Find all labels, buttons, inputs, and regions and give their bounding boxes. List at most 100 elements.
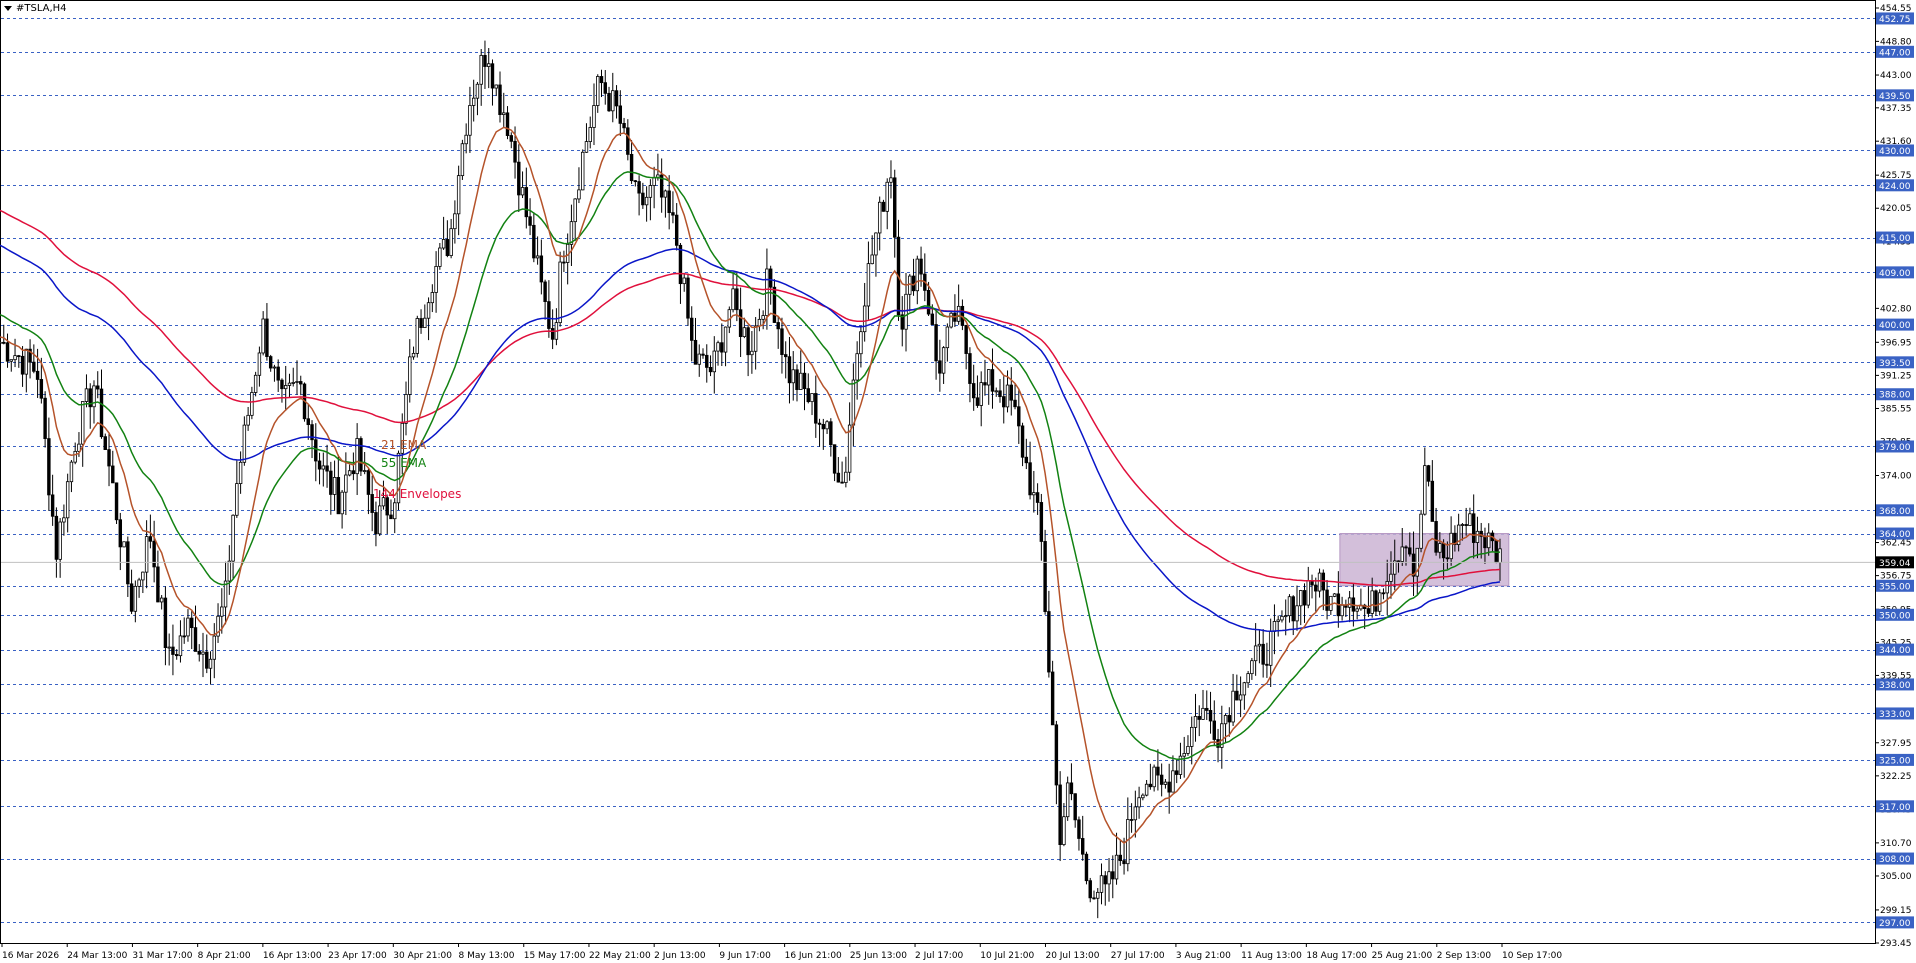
candle	[607, 92, 611, 112]
candle	[693, 339, 698, 365]
candle	[753, 325, 758, 352]
candle	[1020, 425, 1025, 458]
candle	[532, 224, 536, 259]
candle	[1088, 880, 1092, 899]
candle	[253, 374, 258, 393]
candle	[682, 277, 686, 285]
candle	[1434, 521, 1438, 553]
candle	[1299, 590, 1303, 607]
candle	[62, 517, 66, 523]
candle	[1445, 557, 1450, 560]
chevron-down-icon[interactable]	[4, 5, 12, 11]
candle	[690, 317, 694, 341]
candle	[817, 422, 822, 425]
candle	[836, 472, 841, 483]
candle	[58, 521, 62, 560]
candle	[389, 514, 393, 520]
candle	[103, 436, 107, 450]
candle	[674, 214, 679, 246]
candle	[69, 461, 74, 483]
candle	[1193, 716, 1198, 728]
candle	[1035, 492, 1040, 503]
candle	[1404, 546, 1408, 549]
candle	[667, 190, 671, 214]
candle	[1092, 897, 1096, 900]
candle	[618, 105, 623, 124]
candle	[1340, 604, 1344, 617]
candle	[1250, 660, 1254, 675]
candle	[332, 477, 337, 495]
candle	[1374, 590, 1378, 612]
candle	[750, 350, 754, 356]
candle	[261, 318, 265, 354]
candle	[284, 385, 288, 390]
candle	[1393, 560, 1397, 575]
candle	[1144, 783, 1149, 796]
candle	[1408, 547, 1412, 555]
candle	[96, 385, 100, 390]
candle	[434, 265, 438, 293]
candle	[686, 277, 690, 319]
candle	[720, 342, 724, 353]
candle	[1385, 581, 1389, 594]
candle	[1449, 532, 1453, 560]
candle	[1065, 782, 1070, 818]
candle	[543, 281, 547, 302]
y-tick-label: 437.35	[1880, 104, 1912, 114]
candle	[784, 354, 788, 358]
candle	[791, 369, 795, 384]
candle	[844, 471, 848, 483]
candle	[983, 382, 987, 386]
candle	[1306, 580, 1310, 606]
candle	[32, 361, 36, 372]
x-tick-label: 22 May 21:00	[589, 951, 651, 961]
candle	[479, 54, 483, 85]
candle	[893, 177, 897, 238]
candle	[137, 579, 141, 587]
candle	[362, 470, 367, 472]
candle	[5, 342, 10, 362]
candle	[832, 444, 837, 474]
candle	[998, 390, 1002, 398]
candle	[1208, 710, 1213, 722]
candle	[43, 397, 47, 439]
candle	[1159, 774, 1164, 785]
candle	[306, 418, 310, 426]
candle	[1054, 724, 1059, 786]
level-price-label: 447.00	[1879, 48, 1911, 58]
candle	[746, 327, 750, 356]
candle	[280, 379, 284, 390]
candle	[1058, 784, 1062, 845]
candle	[509, 135, 513, 142]
candle	[1137, 797, 1141, 808]
price-chart[interactable]: 21 EMA55 EMA144 Envelopes454.55448.80443…	[0, 0, 1916, 963]
candle	[738, 309, 743, 337]
candle	[641, 192, 645, 206]
level-price-label: 439.50	[1879, 92, 1911, 102]
candle	[1423, 465, 1427, 515]
level-price-label: 368.00	[1879, 507, 1911, 517]
y-tick-label: 402.80	[1880, 304, 1912, 314]
candle	[1190, 726, 1194, 747]
candle	[460, 143, 465, 177]
candle	[855, 353, 859, 381]
y-tick-label: 305.00	[1880, 872, 1912, 882]
candle	[904, 293, 908, 330]
candle	[1475, 530, 1480, 543]
level-price-label: 393.50	[1879, 359, 1911, 369]
candle	[0, 341, 2, 344]
candle	[874, 232, 878, 256]
candle	[968, 353, 972, 384]
candle	[1133, 806, 1138, 821]
candle	[340, 491, 344, 515]
candle	[1396, 560, 1401, 563]
level-price-label: 452.75	[1879, 15, 1911, 25]
candle	[637, 181, 641, 194]
candle	[1096, 891, 1100, 899]
candle	[599, 76, 604, 84]
candle	[1002, 396, 1006, 408]
candle	[1317, 572, 1322, 592]
candle	[423, 317, 427, 328]
candle	[1471, 513, 1476, 543]
candle	[1366, 608, 1371, 614]
